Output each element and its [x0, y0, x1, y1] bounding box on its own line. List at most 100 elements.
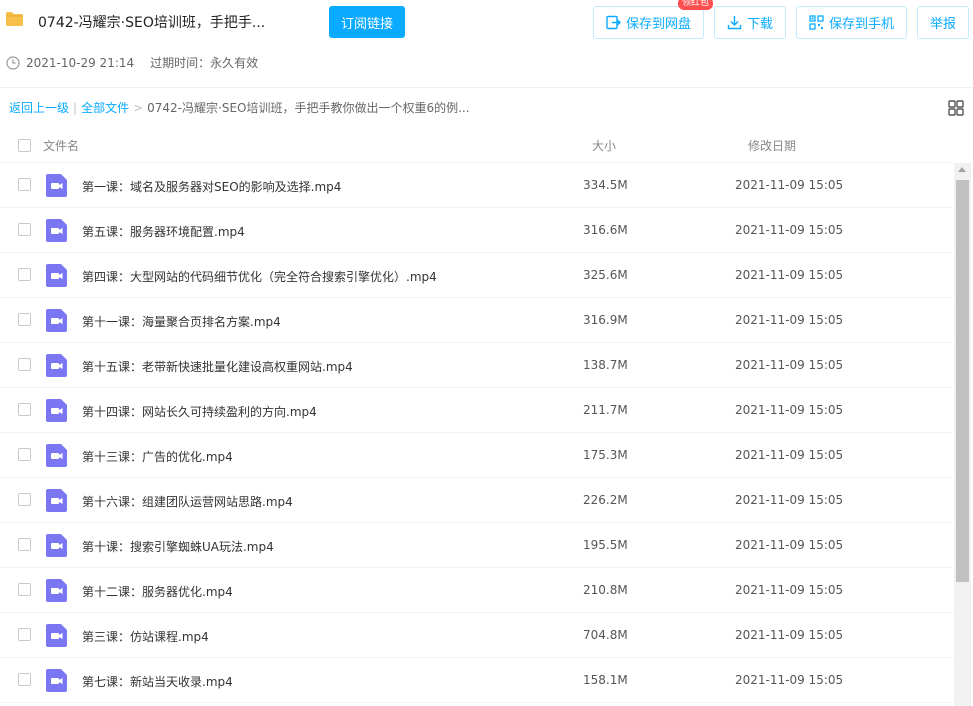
- table-row[interactable]: 第十五课：老带新快速批量化建设高权重网站.mp4 138.7M 2021-11-…: [0, 343, 953, 388]
- subscribe-button[interactable]: 订阅链接: [329, 6, 405, 38]
- table-row[interactable]: 第四课：大型网站的代码细节优化（完全符合搜索引擎优化）.mp4 325.6M 2…: [0, 253, 953, 298]
- file-name[interactable]: 第十课：搜索引擎蜘蛛UA玩法.mp4: [82, 538, 274, 555]
- file-name[interactable]: 第十六课：组建团队运营网站思路.mp4: [82, 493, 293, 510]
- table-row[interactable]: 第十六课：组建团队运营网站思路.mp4 226.2M 2021-11-09 15…: [0, 478, 953, 523]
- grid-view-icon[interactable]: [948, 100, 964, 116]
- table-row[interactable]: 第十课：搜索引擎蜘蛛UA玩法.mp4 195.5M 2021-11-09 15:…: [0, 523, 953, 568]
- select-all-checkbox[interactable]: [18, 139, 31, 152]
- file-size: 334.5M: [583, 178, 628, 192]
- save-to-disk-icon: [606, 15, 621, 30]
- video-file-icon: [46, 489, 67, 512]
- video-file-icon: [46, 264, 67, 287]
- file-size: 175.3M: [583, 448, 628, 462]
- file-name[interactable]: 第一课：域名及服务器对SEO的影响及选择.mp4: [82, 178, 341, 195]
- video-file-icon: [46, 624, 67, 647]
- table-row[interactable]: 第十四课：网站长久可持续盈利的方向.mp4 211.7M 2021-11-09 …: [0, 388, 953, 433]
- table-row[interactable]: 第七课：新站当天收录.mp4 158.1M 2021-11-09 15:05: [0, 658, 953, 703]
- row-checkbox[interactable]: [18, 403, 31, 416]
- red-envelope-badge[interactable]: 领红包: [678, 0, 714, 10]
- qr-phone-icon: [809, 15, 824, 30]
- file-date: 2021-11-09 15:05: [735, 313, 844, 327]
- row-checkbox[interactable]: [18, 493, 31, 506]
- file-name[interactable]: 第五课：服务器环境配置.mp4: [82, 223, 245, 240]
- row-checkbox[interactable]: [18, 178, 31, 191]
- row-checkbox[interactable]: [18, 223, 31, 236]
- file-size: 211.7M: [583, 403, 628, 417]
- save-to-phone-label: 保存到手机: [828, 17, 894, 32]
- table-row[interactable]: 第十一课：海量聚合页排名方案.mp4 316.9M 2021-11-09 15:…: [0, 298, 953, 343]
- vertical-scrollbar[interactable]: [954, 163, 971, 706]
- video-file-icon: [46, 669, 67, 692]
- file-date: 2021-11-09 15:05: [735, 178, 844, 192]
- download-icon: [727, 16, 742, 30]
- file-size: 325.6M: [583, 268, 628, 282]
- table-row[interactable]: 第十三课：广告的优化.mp4 175.3M 2021-11-09 15:05: [0, 433, 953, 478]
- column-header-size[interactable]: 大小: [592, 137, 616, 154]
- table-row[interactable]: 第三课：仿站课程.mp4 704.8M 2021-11-09 15:05: [0, 613, 953, 658]
- table-row[interactable]: 第一课：域名及服务器对SEO的影响及选择.mp4 334.5M 2021-11-…: [0, 163, 953, 208]
- file-date: 2021-11-09 15:05: [735, 583, 844, 597]
- table-row[interactable]: 第五课：服务器环境配置.mp4 316.6M 2021-11-09 15:05: [0, 208, 953, 253]
- file-size: 316.9M: [583, 313, 628, 327]
- file-date: 2021-11-09 15:05: [735, 628, 844, 642]
- breadcrumb-all-files-link[interactable]: 全部文件: [81, 99, 129, 116]
- save-to-phone-button[interactable]: 保存到手机: [796, 6, 907, 39]
- save-to-disk-label: 保存到网盘: [625, 17, 691, 32]
- file-date: 2021-11-09 15:05: [735, 268, 844, 282]
- file-name[interactable]: 第十二课：服务器优化.mp4: [82, 583, 233, 600]
- file-name[interactable]: 第十四课：网站长久可持续盈利的方向.mp4: [82, 403, 317, 420]
- file-name[interactable]: 第四课：大型网站的代码细节优化（完全符合搜索引擎优化）.mp4: [82, 268, 437, 285]
- breadcrumb-separator: |: [73, 100, 78, 115]
- file-table-header: 文件名 大小 修改日期: [0, 128, 953, 163]
- video-file-icon: [46, 399, 67, 422]
- column-header-date[interactable]: 修改日期: [748, 137, 796, 154]
- video-file-icon: [46, 579, 67, 602]
- file-size: 226.2M: [583, 493, 628, 507]
- share-header: 0742-冯耀宗·SEO培训班，手把手... 订阅链接 保存到网盘 领红包 下载…: [0, 0, 973, 46]
- file-date: 2021-11-09 15:05: [735, 448, 844, 462]
- report-button[interactable]: 举报: [917, 6, 969, 39]
- breadcrumb-arrow: >: [133, 100, 144, 115]
- row-checkbox[interactable]: [18, 358, 31, 371]
- file-name[interactable]: 第十五课：老带新快速批量化建设高权重网站.mp4: [82, 358, 353, 375]
- created-time: 2021-10-29 21:14: [26, 55, 135, 70]
- header-divider: [0, 87, 973, 88]
- download-button[interactable]: 下载: [714, 6, 786, 39]
- column-header-name[interactable]: 文件名: [43, 137, 79, 154]
- file-date: 2021-11-09 15:05: [735, 403, 844, 417]
- row-checkbox[interactable]: [18, 583, 31, 596]
- row-checkbox[interactable]: [18, 538, 31, 551]
- save-to-disk-button[interactable]: 保存到网盘: [593, 6, 704, 39]
- file-date: 2021-11-09 15:05: [735, 223, 844, 237]
- file-date: 2021-11-09 15:05: [735, 358, 844, 372]
- row-checkbox[interactable]: [18, 628, 31, 641]
- table-row[interactable]: 第十二课：服务器优化.mp4 210.8M 2021-11-09 15:05: [0, 568, 953, 613]
- scroll-up-arrow-icon[interactable]: [958, 167, 966, 172]
- file-date: 2021-11-09 15:05: [735, 493, 844, 507]
- scrollbar-thumb[interactable]: [956, 180, 969, 582]
- file-size: 138.7M: [583, 358, 628, 372]
- breadcrumb-current: 0742-冯耀宗·SEO培训班，手把手教你做出一个权重6的例...: [147, 101, 470, 115]
- breadcrumb: 返回上一级 | 全部文件 > 0742-冯耀宗·SEO培训班，手把手教你做出一个…: [9, 99, 470, 116]
- file-list: 第一课：域名及服务器对SEO的影响及选择.mp4 334.5M 2021-11-…: [0, 163, 953, 703]
- file-name[interactable]: 第三课：仿站课程.mp4: [82, 628, 209, 645]
- breadcrumb-back-link[interactable]: 返回上一级: [9, 99, 69, 116]
- file-date: 2021-11-09 15:05: [735, 673, 844, 687]
- clock-icon: [6, 55, 20, 70]
- file-size: 158.1M: [583, 673, 628, 687]
- file-name[interactable]: 第七课：新站当天收录.mp4: [82, 673, 233, 690]
- file-date: 2021-11-09 15:05: [735, 538, 844, 552]
- expire-time: 过期时间：永久有效: [150, 56, 259, 70]
- file-size: 704.8M: [583, 628, 628, 642]
- video-file-icon: [46, 219, 67, 242]
- share-meta: 2021-10-29 21:14 过期时间：永久有效: [6, 54, 258, 71]
- video-file-icon: [46, 174, 67, 197]
- file-size: 210.8M: [583, 583, 628, 597]
- row-checkbox[interactable]: [18, 673, 31, 686]
- row-checkbox[interactable]: [18, 448, 31, 461]
- row-checkbox[interactable]: [18, 268, 31, 281]
- folder-icon: [6, 12, 23, 26]
- file-name[interactable]: 第十三课：广告的优化.mp4: [82, 448, 233, 465]
- file-name[interactable]: 第十一课：海量聚合页排名方案.mp4: [82, 313, 281, 330]
- row-checkbox[interactable]: [18, 313, 31, 326]
